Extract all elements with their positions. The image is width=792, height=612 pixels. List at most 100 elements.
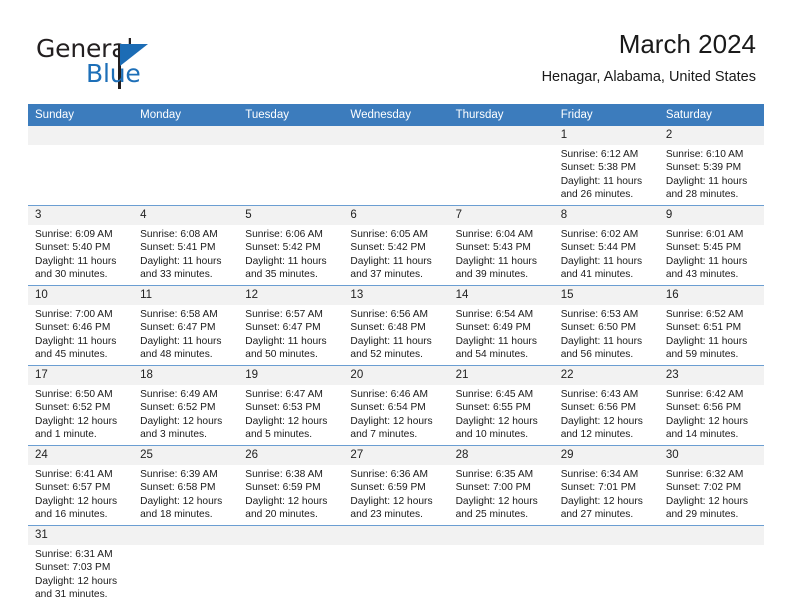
sunset-text: Sunset: 6:51 PM bbox=[665, 322, 742, 334]
daylight-text-line1: Daylight: 12 hours bbox=[35, 495, 118, 507]
sunrise-text: Sunrise: 6:12 AM bbox=[560, 149, 639, 160]
sunrise-text: Sunrise: 6:35 AM bbox=[455, 469, 534, 480]
location-subtitle: Henagar, Alabama, United States bbox=[541, 68, 756, 85]
sunrise-text: Sunrise: 6:10 AM bbox=[665, 149, 744, 160]
calendar-day-cell[interactable]: 5 Sunrise: 6:06 AM Sunset: 5:42 PM Daylight… bbox=[238, 205, 344, 286]
calendar-day-cell[interactable]: 16 Sunrise: 6:52 AM Sunset: 6:51 PM Dayligh… bbox=[658, 285, 764, 366]
calendar-day-cell[interactable]: 10 Sunrise: 7:00 AM Sunset: 6:46 PM Dayligh… bbox=[28, 285, 134, 366]
calendar-week-row: 31 Sunrise: 6:31 AM Sunset: 7:03 PM Dayligh… bbox=[28, 525, 764, 605]
logo-text-blue: Blue bbox=[86, 59, 141, 88]
calendar-day-cell[interactable]: 28 Sunrise: 6:35 AM Sunset: 7:00 PM Dayligh… bbox=[448, 445, 554, 526]
daylight-text-line2: and 41 minutes. bbox=[560, 268, 634, 280]
calendar-day-cell[interactable]: 15 Sunrise: 6:53 AM Sunset: 6:50 PM Dayligh… bbox=[553, 285, 659, 366]
daylight-text-line1: Daylight: 11 hours bbox=[560, 175, 643, 187]
daylight-text-line2: and 27 minutes. bbox=[560, 508, 634, 520]
calendar-day-cell[interactable]: 8 Sunrise: 6:02 AM Sunset: 5:44 PM Daylight… bbox=[553, 205, 659, 286]
sunset-text: Sunset: 6:47 PM bbox=[245, 322, 321, 334]
calendar-day-cell[interactable]: 31 Sunrise: 6:31 AM Sunset: 7:03 PM Dayligh… bbox=[28, 525, 134, 605]
daylight-text-line1: Daylight: 12 hours bbox=[140, 415, 223, 427]
calendar-day-cell[interactable]: 2 Sunrise: 6:10 AM Sunset: 5:39 PM Daylight… bbox=[658, 126, 764, 206]
calendar-day-cell[interactable]: 26 Sunrise: 6:38 AM Sunset: 6:59 PM Dayligh… bbox=[238, 445, 344, 526]
general-blue-logo[interactable]: General Blue bbox=[36, 36, 216, 92]
daylight-text-line2: and 43 minutes. bbox=[665, 268, 739, 280]
daylight-text-line2: and 7 minutes. bbox=[350, 428, 418, 440]
calendar-day-cell-empty bbox=[133, 525, 239, 605]
daylight-text-line2: and 26 minutes. bbox=[560, 188, 634, 200]
day-number: 7 bbox=[448, 206, 554, 225]
sunset-text: Sunset: 7:00 PM bbox=[455, 482, 531, 494]
day-number: 26 bbox=[238, 446, 344, 465]
day-sun-info: Sunrise: 6:36 AM Sunset: 6:59 PM Daylight:… bbox=[343, 465, 448, 525]
day-number: 14 bbox=[448, 286, 554, 305]
day-sun-info: Sunrise: 6:58 AM Sunset: 6:47 PM Daylight:… bbox=[133, 305, 238, 365]
calendar-day-cell[interactable]: 23 Sunrise: 6:42 AM Sunset: 6:56 PM Dayligh… bbox=[658, 365, 764, 446]
daylight-text-line2: and 30 minutes. bbox=[35, 268, 108, 280]
calendar-body: 1 Sunrise: 6:12 AM Sunset: 5:38 PM Daylight… bbox=[28, 126, 764, 605]
daylight-text-line2: and 18 minutes. bbox=[140, 508, 213, 520]
weekday-header-tuesday: Tuesday bbox=[238, 104, 344, 126]
day-sun-info: Sunrise: 6:53 AM Sunset: 6:50 PM Daylight:… bbox=[554, 305, 659, 365]
calendar-day-cell[interactable]: 19 Sunrise: 6:47 AM Sunset: 6:53 PM Dayligh… bbox=[238, 365, 344, 446]
day-number: 23 bbox=[658, 366, 764, 385]
sunset-text: Sunset: 5:42 PM bbox=[350, 242, 426, 254]
sunset-text: Sunset: 5:44 PM bbox=[560, 242, 637, 254]
calendar-day-cell[interactable]: 11 Sunrise: 6:58 AM Sunset: 6:47 PM Dayligh… bbox=[133, 285, 239, 366]
day-number bbox=[133, 526, 239, 545]
daylight-text-line1: Daylight: 11 hours bbox=[35, 255, 117, 267]
calendar-day-cell-empty bbox=[448, 525, 554, 605]
calendar-day-cell[interactable]: 29 Sunrise: 6:34 AM Sunset: 7:01 PM Dayligh… bbox=[553, 445, 659, 526]
day-sun-info: Sunrise: 6:39 AM Sunset: 6:58 PM Daylight:… bbox=[133, 465, 238, 525]
sunrise-text: Sunrise: 6:45 AM bbox=[455, 389, 534, 400]
sunset-text: Sunset: 6:53 PM bbox=[245, 402, 321, 414]
daylight-text-line2: and 5 minutes. bbox=[245, 428, 313, 440]
daylight-text-line1: Daylight: 12 hours bbox=[35, 415, 118, 427]
calendar-day-cell[interactable]: 24 Sunrise: 6:41 AM Sunset: 6:57 PM Dayligh… bbox=[28, 445, 134, 526]
day-number: 9 bbox=[658, 206, 764, 225]
day-number: 6 bbox=[343, 206, 449, 225]
calendar-day-cell[interactable]: 20 Sunrise: 6:46 AM Sunset: 6:54 PM Dayligh… bbox=[343, 365, 449, 446]
sunrise-text: Sunrise: 6:02 AM bbox=[560, 229, 639, 240]
daylight-text-line2: and 33 minutes. bbox=[140, 268, 213, 280]
sunset-text: Sunset: 5:43 PM bbox=[455, 242, 531, 254]
calendar-week-row: 24 Sunrise: 6:41 AM Sunset: 6:57 PM Dayligh… bbox=[28, 445, 764, 526]
day-number: 15 bbox=[553, 286, 659, 305]
calendar-day-cell[interactable]: 30 Sunrise: 6:32 AM Sunset: 7:02 PM Dayligh… bbox=[658, 445, 764, 526]
sunset-text: Sunset: 5:39 PM bbox=[665, 162, 742, 174]
sunrise-text: Sunrise: 6:32 AM bbox=[665, 469, 744, 480]
calendar-day-cell[interactable]: 3 Sunrise: 6:09 AM Sunset: 5:40 PM Daylight… bbox=[28, 205, 134, 286]
sunset-text: Sunset: 6:59 PM bbox=[245, 482, 321, 494]
calendar-day-cell[interactable]: 27 Sunrise: 6:36 AM Sunset: 6:59 PM Dayligh… bbox=[343, 445, 449, 526]
day-sun-info: Sunrise: 6:10 AM Sunset: 5:39 PM Daylight:… bbox=[659, 145, 764, 205]
sunrise-sunset-calendar: Sunday Monday Tuesday Wednesday Thursday… bbox=[28, 104, 764, 605]
weekday-header-friday: Friday bbox=[553, 104, 659, 126]
day-number: 16 bbox=[658, 286, 764, 305]
weekday-header-row: Sunday Monday Tuesday Wednesday Thursday… bbox=[28, 104, 764, 126]
calendar-day-cell[interactable]: 1 Sunrise: 6:12 AM Sunset: 5:38 PM Daylight… bbox=[553, 126, 659, 206]
calendar-day-cell[interactable]: 4 Sunrise: 6:08 AM Sunset: 5:41 PM Daylight… bbox=[133, 205, 239, 286]
calendar-day-cell[interactable]: 17 Sunrise: 6:50 AM Sunset: 6:52 PM Dayligh… bbox=[28, 365, 134, 446]
calendar-day-cell[interactable]: 7 Sunrise: 6:04 AM Sunset: 5:43 PM Daylight… bbox=[448, 205, 554, 286]
daylight-text-line2: and 48 minutes. bbox=[140, 348, 213, 360]
calendar-day-cell[interactable]: 12 Sunrise: 6:57 AM Sunset: 6:47 PM Dayligh… bbox=[238, 285, 344, 366]
calendar-day-cell[interactable]: 13 Sunrise: 6:56 AM Sunset: 6:48 PM Dayligh… bbox=[343, 285, 449, 366]
daylight-text-line1: Daylight: 12 hours bbox=[455, 495, 538, 507]
daylight-text-line1: Daylight: 11 hours bbox=[350, 335, 432, 347]
daylight-text-line2: and 50 minutes. bbox=[245, 348, 318, 360]
calendar-day-cell[interactable]: 18 Sunrise: 6:49 AM Sunset: 6:52 PM Dayligh… bbox=[133, 365, 239, 446]
calendar-day-cell[interactable]: 21 Sunrise: 6:45 AM Sunset: 6:55 PM Dayligh… bbox=[448, 365, 554, 446]
calendar-day-cell[interactable]: 9 Sunrise: 6:01 AM Sunset: 5:45 PM Daylight… bbox=[658, 205, 764, 286]
sunrise-text: Sunrise: 6:06 AM bbox=[245, 229, 323, 240]
day-number: 19 bbox=[238, 366, 344, 385]
calendar-day-cell[interactable]: 22 Sunrise: 6:43 AM Sunset: 6:56 PM Dayligh… bbox=[553, 365, 659, 446]
sunset-text: Sunset: 6:57 PM bbox=[35, 482, 111, 494]
calendar-day-cell[interactable]: 25 Sunrise: 6:39 AM Sunset: 6:58 PM Dayligh… bbox=[133, 445, 239, 526]
day-sun-info: Sunrise: 6:31 AM Sunset: 7:03 PM Daylight:… bbox=[28, 545, 133, 605]
daylight-text-line2: and 54 minutes. bbox=[455, 348, 529, 360]
calendar-day-cell[interactable]: 14 Sunrise: 6:54 AM Sunset: 6:49 PM Dayligh… bbox=[448, 285, 554, 366]
calendar-day-cell-empty bbox=[238, 525, 344, 605]
sunrise-text: Sunrise: 6:57 AM bbox=[245, 309, 323, 320]
sunset-text: Sunset: 6:46 PM bbox=[35, 322, 111, 334]
calendar-day-cell-empty bbox=[658, 525, 764, 605]
sunrise-text: Sunrise: 6:58 AM bbox=[140, 309, 218, 320]
calendar-day-cell[interactable]: 6 Sunrise: 6:05 AM Sunset: 5:42 PM Daylight… bbox=[343, 205, 449, 286]
